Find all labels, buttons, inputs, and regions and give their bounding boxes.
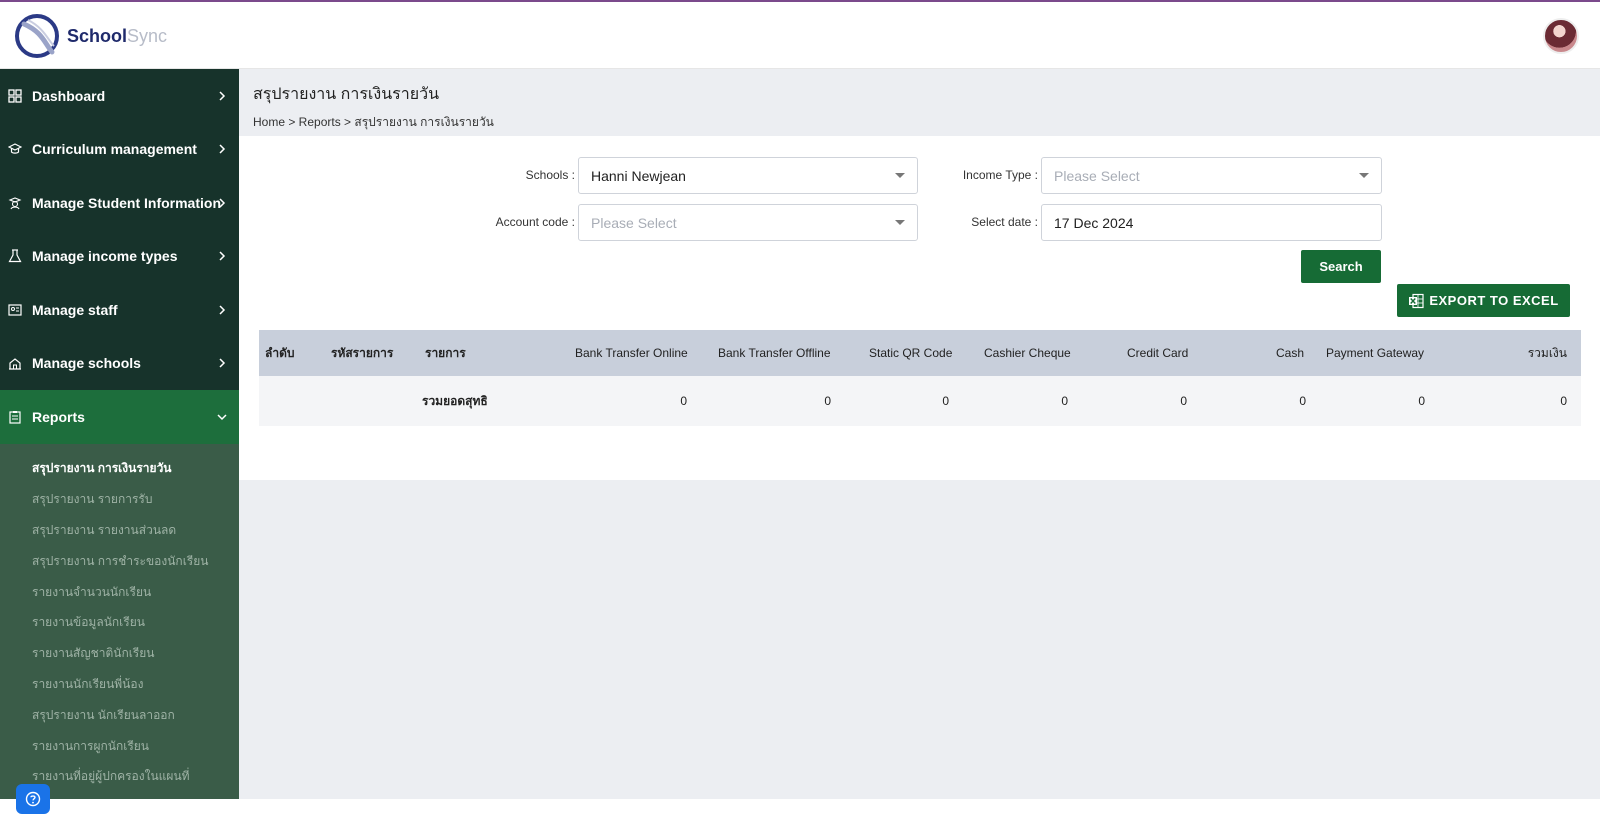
- sidebar-item-staff[interactable]: Manage staff: [0, 283, 239, 337]
- top-header: SchoolSync: [0, 2, 1600, 69]
- sidebar-item-label: Reports: [32, 408, 85, 425]
- breadcrumb[interactable]: Home > Reports > สรุปรายงาน การเงินรายวั…: [253, 113, 494, 132]
- school-icon: [8, 356, 22, 370]
- date-input-value: 17 Dec 2024: [1054, 214, 1134, 231]
- caret-down-icon: [895, 173, 905, 178]
- schools-select[interactable]: Hanni Newjean: [578, 157, 918, 194]
- income-type-placeholder: Please Select: [1054, 167, 1140, 184]
- select-date-label: Select date :: [971, 215, 1038, 229]
- search-button[interactable]: Search: [1301, 250, 1381, 283]
- table-cell: 0: [1418, 394, 1425, 408]
- id-card-icon: [8, 303, 22, 317]
- excel-icon: [1409, 293, 1424, 308]
- table-cell: 0: [942, 394, 949, 408]
- user-avatar[interactable]: [1543, 18, 1579, 54]
- brand-name-part2: Sync: [127, 25, 168, 46]
- sidebar-item-label: Manage income types: [32, 248, 178, 265]
- finance-table: ลำดับ รหัสรายการ รายการ Bank Transfer On…: [259, 330, 1581, 426]
- student-icon: [8, 196, 22, 210]
- submenu-item-siblings[interactable]: รายงานนักเรียนพี่น้อง: [0, 669, 239, 700]
- sidebar-item-label: Dashboard: [32, 87, 106, 104]
- caret-down-icon: [895, 220, 905, 225]
- clipboard-icon: [8, 410, 22, 424]
- header-cell[interactable]: Credit Card: [1127, 346, 1188, 360]
- table-cell: 0: [1560, 394, 1567, 408]
- header-cell[interactable]: Static QR Code: [869, 346, 952, 360]
- header-cell[interactable]: รายการ: [425, 344, 466, 363]
- table-row: รวมยอดสุทธิ 0 0 0 0 0 0 0 0: [259, 376, 1581, 426]
- table-cell: 0: [1180, 394, 1187, 408]
- header-cell[interactable]: รหัสรายการ: [331, 344, 393, 363]
- income-type-select[interactable]: Please Select: [1041, 157, 1382, 194]
- chevron-right-icon: [219, 91, 226, 101]
- report-card: [239, 136, 1600, 480]
- submenu-item-discounts[interactable]: สรุปรายงาน รายงานส่วนลด: [0, 515, 239, 546]
- graduation-cap-icon: [8, 142, 22, 156]
- schools-label: Schools :: [525, 168, 575, 182]
- chevron-right-icon: [219, 144, 226, 154]
- sidebar: Dashboard Curriculum management Manage S…: [0, 69, 239, 799]
- export-excel-button[interactable]: EXPORT TO EXCEL: [1397, 284, 1570, 317]
- schools-select-value: Hanni Newjean: [591, 167, 686, 184]
- sidebar-item-income-types[interactable]: Manage income types: [0, 230, 239, 284]
- submenu-item-receipts[interactable]: สรุปรายงาน รายการรับ: [0, 484, 239, 515]
- header-cell[interactable]: Cashier Cheque: [984, 346, 1071, 360]
- table-header-row: ลำดับ รหัสรายการ รายการ Bank Transfer On…: [259, 330, 1581, 376]
- submenu-item-student-payments[interactable]: สรุปรายงาน การชำระของนักเรียน: [0, 546, 239, 577]
- submenu-item-student-count[interactable]: รายงานจำนวนนักเรียน: [0, 577, 239, 608]
- table-cell: 0: [824, 394, 831, 408]
- submenu-item-student-info[interactable]: รายงานข้อมูลนักเรียน: [0, 607, 239, 638]
- account-code-label: Account code :: [495, 215, 575, 229]
- sidebar-item-schools[interactable]: Manage schools: [0, 337, 239, 391]
- account-code-select[interactable]: Please Select: [578, 204, 918, 241]
- submenu-item-nationality[interactable]: รายงานสัญชาตินักเรียน: [0, 638, 239, 669]
- total-row-label: รวมยอดสุทธิ: [422, 393, 488, 408]
- brand-logo[interactable]: SchoolSync: [14, 12, 167, 60]
- chevron-right-icon: [219, 305, 226, 315]
- chevron-right-icon: [219, 251, 226, 261]
- table-cell: 0: [1299, 394, 1306, 408]
- export-button-label: EXPORT TO EXCEL: [1429, 293, 1559, 308]
- sidebar-item-label: Manage Student Information: [32, 194, 221, 211]
- income-type-label: Income Type :: [962, 168, 1038, 182]
- brand-name: SchoolSync: [67, 26, 167, 47]
- help-button[interactable]: [16, 784, 50, 814]
- footer-strip: [239, 799, 1600, 829]
- chevron-right-icon: [219, 358, 226, 368]
- sidebar-item-dashboard[interactable]: Dashboard: [0, 69, 239, 123]
- schoolsync-logo-icon: [15, 14, 59, 58]
- reports-submenu: สรุปรายงาน การเงินรายวัน สรุปรายงาน รายก…: [0, 443, 239, 799]
- sidebar-item-reports[interactable]: Reports: [0, 390, 239, 444]
- brand-name-part1: School: [67, 25, 128, 46]
- submenu-item-resigned[interactable]: สรุปรายงาน นักเรียนลาออก: [0, 700, 239, 731]
- header-cell[interactable]: Payment Gateway: [1326, 346, 1424, 360]
- table-cell: 0: [680, 394, 687, 408]
- page-title: สรุปรายงาน การเงินรายวัน: [253, 86, 440, 103]
- chevron-right-icon: [219, 198, 226, 208]
- date-input[interactable]: 17 Dec 2024: [1041, 204, 1382, 241]
- header-cell[interactable]: รวมเงิน: [1528, 344, 1567, 363]
- grid-icon: [8, 89, 22, 103]
- submenu-item-student-binding[interactable]: รายงานการผูกนักเรียน: [0, 731, 239, 762]
- flask-icon: [8, 249, 22, 263]
- sidebar-item-label: Curriculum management: [32, 141, 197, 158]
- header-cell[interactable]: ลำดับ: [265, 344, 295, 363]
- sidebar-item-students[interactable]: Manage Student Information: [0, 176, 239, 230]
- page-header: สรุปรายงาน การเงินรายวัน Home > Reports …: [253, 82, 494, 132]
- question-circle-icon: [25, 791, 41, 807]
- header-cell[interactable]: Cash: [1276, 346, 1304, 360]
- chevron-down-icon: [217, 414, 227, 420]
- sidebar-item-curriculum[interactable]: Curriculum management: [0, 123, 239, 177]
- header-cell[interactable]: Bank Transfer Offline: [718, 346, 831, 360]
- sidebar-item-label: Manage schools: [32, 355, 141, 372]
- caret-down-icon: [1359, 173, 1369, 178]
- account-code-placeholder: Please Select: [591, 214, 677, 231]
- sidebar-item-label: Manage staff: [32, 301, 118, 318]
- header-cell[interactable]: Bank Transfer Online: [575, 346, 688, 360]
- table-cell: 0: [1061, 394, 1068, 408]
- submenu-item-daily-finance[interactable]: สรุปรายงาน การเงินรายวัน: [0, 454, 239, 485]
